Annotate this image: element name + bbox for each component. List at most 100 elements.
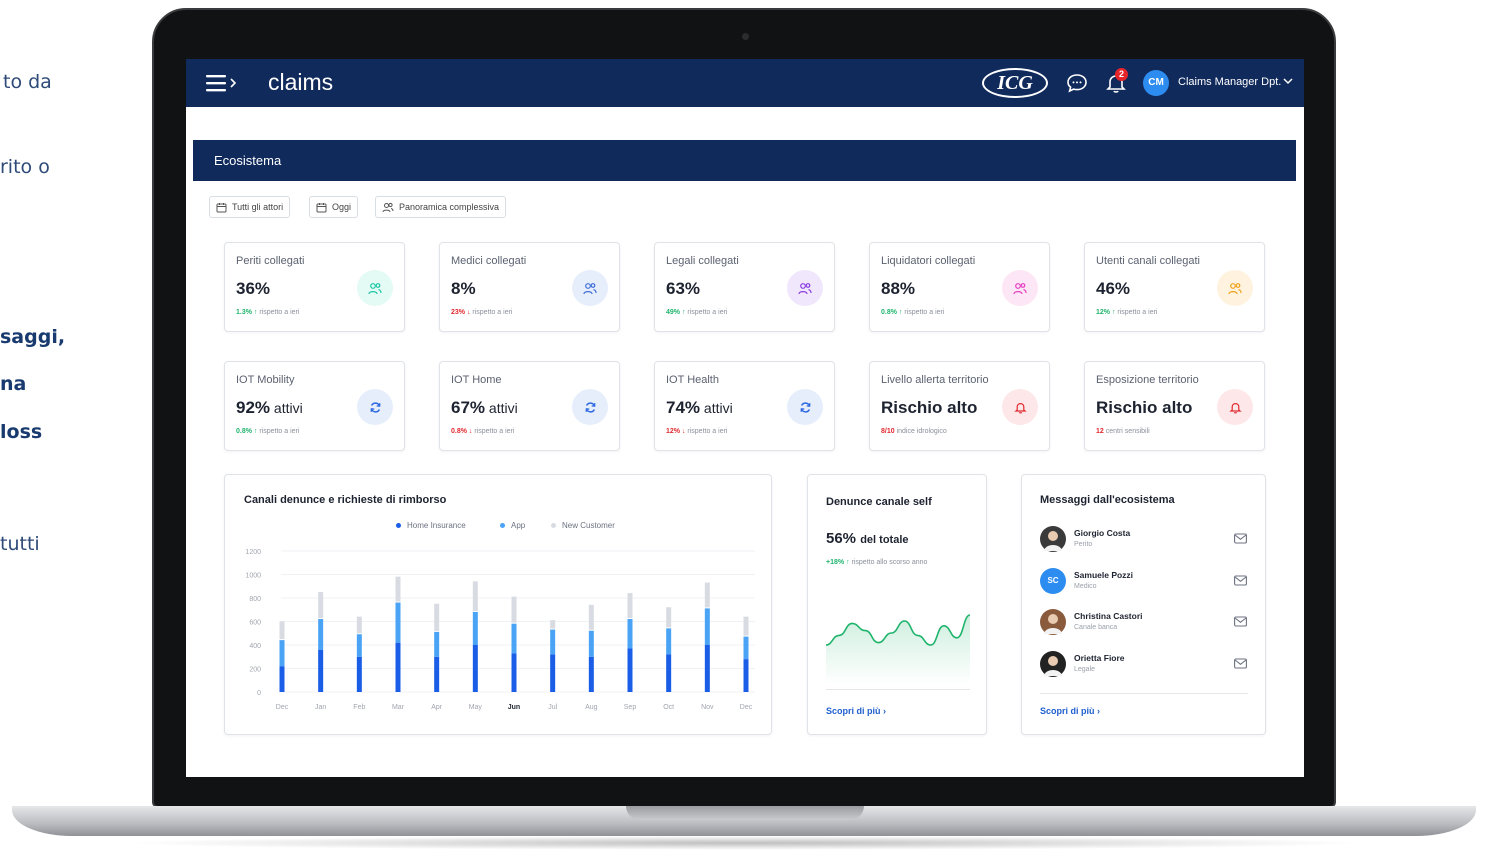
filter-overview[interactable]: Panoramica complessiva	[375, 196, 507, 218]
bar-segment-new-customer[interactable]	[743, 616, 749, 636]
bar-segment-home-insurance[interactable]	[743, 659, 749, 692]
message-item[interactable]: Orietta Fiore Legale	[1040, 650, 1247, 681]
bar-segment-new-customer[interactable]	[588, 604, 594, 630]
bar-segment-home-insurance[interactable]	[356, 656, 362, 692]
kpi-delta-value: 49%	[666, 309, 681, 316]
bar-segment-app[interactable]	[588, 630, 594, 657]
kpi-value: 8%	[451, 279, 476, 298]
message-item[interactable]: Christina Castori Canale banca	[1040, 609, 1247, 639]
bar-segment-new-customer[interactable]	[627, 593, 633, 618]
bar-segment-new-customer[interactable]	[395, 576, 401, 602]
bar-segment-home-insurance[interactable]	[318, 649, 324, 692]
bar-segment-app[interactable]	[666, 628, 672, 655]
bar-segment-new-customer[interactable]	[356, 616, 362, 634]
user-name[interactable]: Claims Manager Dpt.	[1178, 76, 1281, 88]
kpi-delta: 12 centri sensibili	[1096, 428, 1150, 435]
mail-icon[interactable]	[1234, 657, 1247, 669]
y-tick-label: 600	[249, 620, 261, 627]
bar-segment-app[interactable]	[511, 623, 517, 654]
bar-segment-new-customer[interactable]	[434, 603, 440, 631]
bar-segment-home-insurance[interactable]	[472, 645, 478, 692]
bar-segment-home-insurance[interactable]	[550, 654, 556, 692]
mail-icon[interactable]	[1234, 616, 1247, 627]
bar-segment-home-insurance[interactable]	[627, 648, 633, 692]
bar-segment-home-insurance[interactable]	[279, 666, 285, 692]
people-icon	[1217, 270, 1253, 306]
kpi-delta-note: rispetto a ieri	[904, 309, 945, 316]
x-tick-label: Feb	[353, 704, 365, 711]
chevron-down-icon[interactable]	[1282, 75, 1294, 87]
kpi-delta: 12% ↓ rispetto a ieri	[666, 428, 727, 435]
kpi-label: Esposizione territorio	[1096, 374, 1199, 386]
y-tick-label: 400	[249, 643, 261, 650]
bar-segment-new-customer[interactable]	[318, 591, 324, 618]
bar-segment-app[interactable]	[395, 602, 401, 643]
y-tick-label: 1000	[245, 573, 261, 580]
people-icon	[357, 270, 393, 306]
kpi-card[interactable]: IOT Home 67% attivi 0.8% ↓ rispetto a ieri	[439, 361, 620, 451]
people-icon	[1002, 270, 1038, 306]
bar-segment-app[interactable]	[279, 640, 285, 667]
kpi-card[interactable]: IOT Mobility 92% attivi 0.8% ↑ rispetto a …	[224, 361, 405, 451]
x-tick-label: Dec	[740, 704, 753, 711]
kpi-card[interactable]: Liquidatori collegati 88% 0.8% ↑ rispetto …	[869, 242, 1050, 332]
kpi-card[interactable]: Utenti canali collegati 46% 12% ↑ rispetto…	[1084, 242, 1265, 332]
menu-icon[interactable]	[206, 74, 240, 92]
bar-segment-app[interactable]	[550, 629, 556, 655]
user-avatar[interactable]: CM	[1143, 70, 1169, 96]
bar-segment-home-insurance[interactable]	[704, 645, 710, 692]
bar-segment-app[interactable]	[434, 631, 440, 657]
bar-segment-home-insurance[interactable]	[666, 654, 672, 692]
bar-segment-new-customer[interactable]	[511, 596, 517, 623]
kpi-card[interactable]: IOT Health 74% attivi 12% ↓ rispetto a ier…	[654, 361, 835, 451]
bar-segment-app[interactable]	[627, 618, 633, 649]
bar-segment-new-customer[interactable]	[472, 581, 478, 611]
laptop-shadow	[120, 836, 1370, 850]
side-line: tutti	[0, 533, 40, 555]
kpi-delta-value: 12%	[666, 428, 681, 435]
kpi-value: Rischio alto	[881, 398, 978, 417]
bar-segment-app[interactable]	[472, 611, 478, 645]
avatar	[1040, 526, 1066, 552]
kpi-card[interactable]: Medici collegati 8% 23% ↓ rispetto a ieri	[439, 242, 620, 332]
people-icon	[382, 202, 394, 212]
messages-discover-more-link[interactable]: Scopri di più ›	[1040, 706, 1100, 716]
kpi-card[interactable]: Periti collegati 36% 1.3% ↑ rispetto a ier…	[224, 242, 405, 332]
avatar: SC	[1040, 567, 1066, 594]
bar-segment-new-customer[interactable]	[704, 582, 710, 608]
kpi-card[interactable]: Livello allerta territorio Rischio alto 8/…	[869, 361, 1050, 451]
bar-segment-home-insurance[interactable]	[434, 656, 440, 692]
x-tick-label: Mar	[392, 704, 405, 711]
bar-segment-new-customer[interactable]	[279, 621, 285, 640]
self-channel-value: 56% del totale	[826, 530, 909, 547]
bar-segment-app[interactable]	[704, 608, 710, 645]
bar-segment-app[interactable]	[743, 636, 749, 660]
chat-icon[interactable]	[1066, 73, 1088, 93]
x-tick-label: May	[469, 704, 483, 711]
message-item[interactable]: SC Samuele Pozzi Medico	[1040, 567, 1247, 598]
bar-segment-app[interactable]	[318, 618, 324, 650]
filter-today[interactable]: Oggi	[309, 196, 359, 218]
message-item[interactable]: Giorgio Costa Perito	[1040, 526, 1247, 556]
kpi-delta-value: 0.8%	[236, 428, 252, 435]
kpi-delta: 8/10 indice idrologico	[881, 428, 947, 435]
bar-segment-new-customer[interactable]	[666, 607, 672, 628]
mail-icon[interactable]	[1234, 533, 1247, 544]
bar-segment-home-insurance[interactable]	[588, 656, 594, 692]
kpi-value: 63%	[666, 279, 701, 298]
bar-segment-new-customer[interactable]	[550, 620, 556, 629]
kpi-delta-value: 0.8%	[451, 428, 467, 435]
message-sender-name: Samuele Pozzi	[1074, 569, 1134, 580]
people-icon	[572, 270, 608, 306]
kpi-label: Legali collegati	[666, 255, 739, 267]
kpi-label: Utenti canali collegati	[1096, 255, 1200, 267]
bar-segment-home-insurance[interactable]	[511, 653, 517, 692]
filter-all-actors[interactable]: Tutti gli attori	[209, 196, 291, 218]
mail-icon[interactable]	[1234, 574, 1247, 586]
kpi-card[interactable]: Legali collegati 63% 49% ↑ rispetto a ieri	[654, 242, 835, 332]
self-discover-more-link[interactable]: Scopri di più ›	[826, 706, 886, 716]
bar-segment-home-insurance[interactable]	[395, 642, 401, 692]
kpi-card[interactable]: Esposizione territorio Rischio alto 12 cen…	[1084, 361, 1265, 451]
kpi-value: 92% attivi	[236, 398, 303, 417]
bar-segment-app[interactable]	[356, 634, 362, 657]
